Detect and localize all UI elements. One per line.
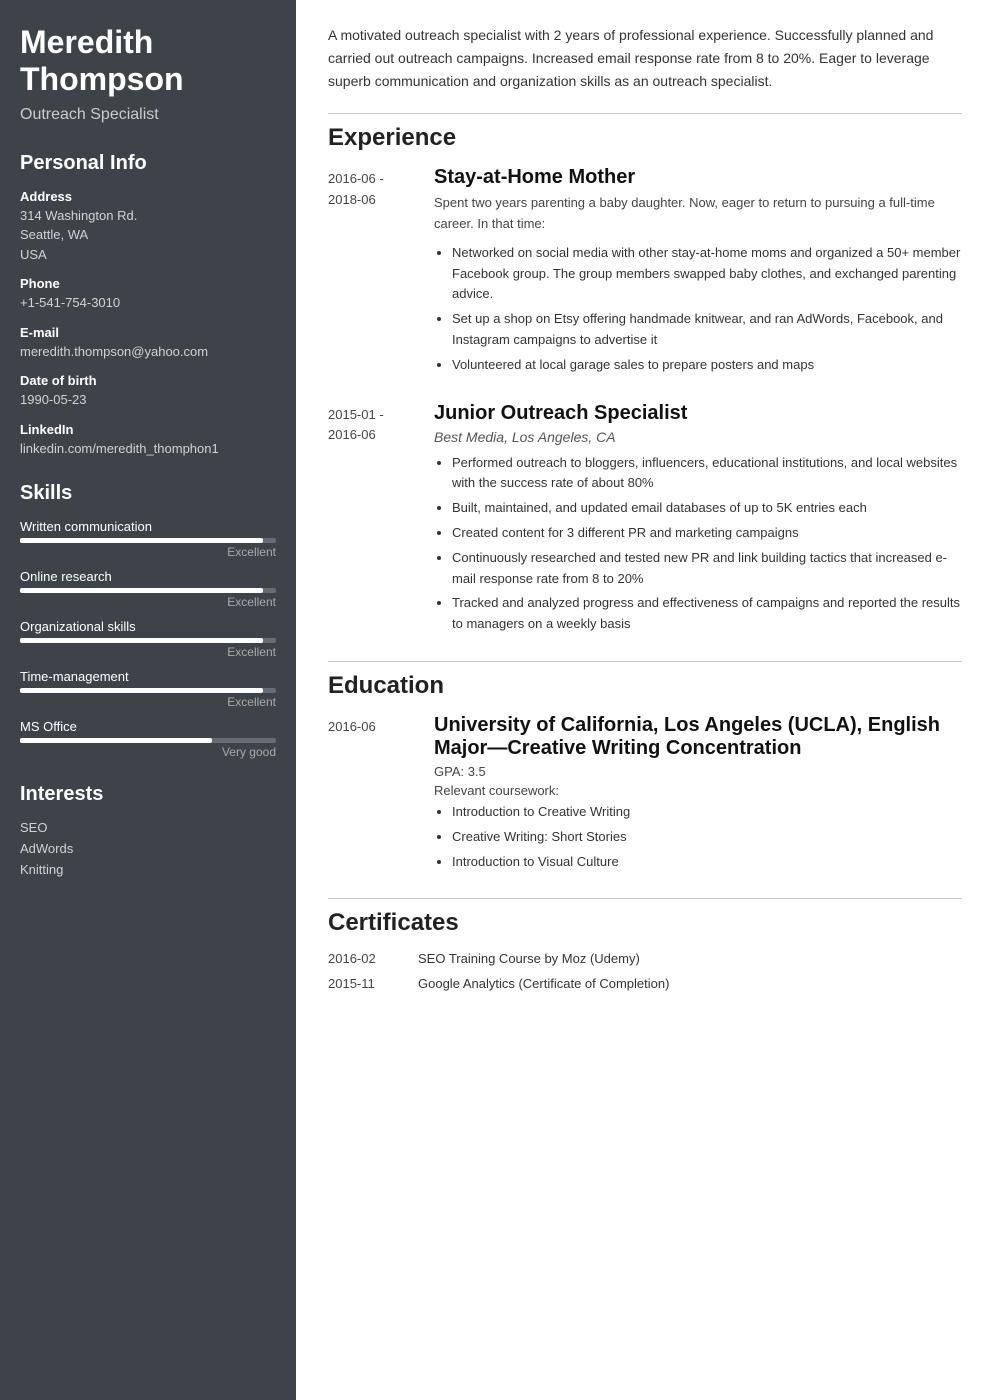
cert-date: 2015-11 (328, 976, 418, 991)
skill-bar-fill (20, 738, 212, 743)
edu-date: 2016-06 (328, 714, 418, 876)
bullet-item: Continuously researched and tested new P… (452, 548, 962, 590)
skill-name: Written communication (20, 519, 276, 534)
phone-value: +1-541-754-3010 (20, 293, 276, 313)
email-label: E-mail (20, 325, 276, 340)
education-section-title: Education (328, 672, 962, 700)
cert-name: Google Analytics (Certificate of Complet… (418, 976, 962, 991)
entry-job-title: Junior Outreach Specialist (434, 402, 962, 425)
interests-heading: Interests (20, 783, 276, 806)
interest-item: AdWords (20, 841, 276, 856)
certificates-section-title: Certificates (328, 909, 962, 937)
entry-dates: 2016-06 - 2018-06 (328, 166, 418, 379)
education-entry: 2016-06 University of California, Los Ang… (328, 714, 962, 876)
skill-bar-background (20, 538, 276, 543)
interest-item: SEO (20, 820, 276, 835)
bullet-item: Created content for 3 different PR and m… (452, 523, 962, 544)
email-value: meredith.thompson@yahoo.com (20, 342, 276, 362)
skill-bar-fill (20, 638, 263, 643)
address-line1: 314 Washington Rd. (20, 206, 276, 226)
bullet-item: Performed outreach to bloggers, influenc… (452, 453, 962, 495)
bullet-item: Built, maintained, and updated email dat… (452, 498, 962, 519)
personal-info-heading: Personal Info (20, 152, 276, 175)
interests-list: SEO AdWords Knitting (20, 820, 276, 877)
dob-label: Date of birth (20, 373, 276, 388)
entry-company: Best Media, Los Angeles, CA (434, 429, 962, 445)
edu-bullet-item: Introduction to Visual Culture (452, 852, 962, 873)
bullet-item: Volunteered at local garage sales to pre… (452, 355, 962, 376)
edu-bullet-item: Introduction to Creative Writing (452, 802, 962, 823)
skill-bar-fill (20, 688, 263, 693)
entry-bullets: Performed outreach to bloggers, influenc… (434, 453, 962, 635)
skill-bar-fill (20, 588, 263, 593)
experience-entry: 2015-01 - 2016-06Junior Outreach Special… (328, 402, 962, 639)
skill-name: MS Office (20, 719, 276, 734)
address-line2: Seattle, WA (20, 225, 276, 245)
edu-coursework-label: Relevant coursework: (434, 783, 962, 798)
skills-heading: Skills (20, 482, 276, 505)
skill-name: Organizational skills (20, 619, 276, 634)
skill-bar-background (20, 638, 276, 643)
skill-bar-background (20, 688, 276, 693)
skill-item: Written communication Excellent (20, 519, 276, 559)
skill-item: Online research Excellent (20, 569, 276, 609)
sidebar: Meredith Thompson Outreach Specialist Pe… (0, 0, 296, 1400)
certificate-entry: 2016-02SEO Training Course by Moz (Udemy… (328, 951, 962, 966)
entry-content: Stay-at-Home Mother Spent two years paren… (418, 166, 962, 379)
edu-gpa: GPA: 3.5 (434, 764, 962, 779)
bullet-item: Set up a shop on Etsy offering handmade … (452, 309, 962, 351)
skill-level-label: Excellent (20, 595, 276, 609)
edu-content: University of California, Los Angeles (U… (418, 714, 962, 876)
education-divider (328, 661, 962, 662)
skill-level-label: Excellent (20, 645, 276, 659)
experience-divider (328, 113, 962, 114)
skill-bar-background (20, 738, 276, 743)
candidate-title: Outreach Specialist (20, 106, 276, 124)
cert-name: SEO Training Course by Moz (Udemy) (418, 951, 962, 966)
experience-list: 2016-06 - 2018-06 Stay-at-Home Mother Spen… (328, 166, 962, 639)
education-list: 2016-06 University of California, Los Ang… (328, 714, 962, 876)
entry-dates: 2015-01 - 2016-06 (328, 402, 418, 639)
main-content: A motivated outreach specialist with 2 y… (296, 0, 990, 1400)
experience-entry: 2016-06 - 2018-06 Stay-at-Home Mother Spen… (328, 166, 962, 379)
edu-bullets: Introduction to Creative Writing Creative… (434, 802, 962, 872)
entry-content: Junior Outreach Specialist Best Media, Lo… (418, 402, 962, 639)
skill-item: Organizational skills Excellent (20, 619, 276, 659)
certificates-divider (328, 898, 962, 899)
interest-item: Knitting (20, 862, 276, 877)
skill-name: Online research (20, 569, 276, 584)
skill-bar-background (20, 588, 276, 593)
skill-bar-fill (20, 538, 263, 543)
candidate-name: Meredith Thompson (20, 24, 276, 98)
summary-text: A motivated outreach specialist with 2 y… (328, 24, 962, 93)
address-line3: USA (20, 245, 276, 265)
dob-value: 1990-05-23 (20, 390, 276, 410)
skill-name: Time-management (20, 669, 276, 684)
linkedin-value: linkedin.com/meredith_thomphon1 (20, 439, 276, 459)
experience-section-title: Experience (328, 124, 962, 152)
skill-level-label: Excellent (20, 695, 276, 709)
edu-bullet-item: Creative Writing: Short Stories (452, 827, 962, 848)
entry-bullets: Networked on social media with other sta… (434, 243, 962, 376)
skill-level-label: Excellent (20, 545, 276, 559)
bullet-item: Tracked and analyzed progress and effect… (452, 593, 962, 635)
entry-job-title: Stay-at-Home Mother (434, 166, 962, 189)
skill-item: Time-management Excellent (20, 669, 276, 709)
address-label: Address (20, 189, 276, 204)
phone-label: Phone (20, 276, 276, 291)
edu-school-title: University of California, Los Angeles (U… (434, 714, 962, 760)
skills-list: Written communicationExcellentOnline res… (20, 519, 276, 759)
cert-date: 2016-02 (328, 951, 418, 966)
entry-description: Spent two years parenting a baby daughte… (434, 193, 962, 235)
skill-level-label: Very good (20, 745, 276, 759)
certificates-list: 2016-02SEO Training Course by Moz (Udemy… (328, 951, 962, 991)
skill-item: MS Office Very good (20, 719, 276, 759)
linkedin-label: LinkedIn (20, 422, 276, 437)
certificate-entry: 2015-11Google Analytics (Certificate of … (328, 976, 962, 991)
bullet-item: Networked on social media with other sta… (452, 243, 962, 305)
